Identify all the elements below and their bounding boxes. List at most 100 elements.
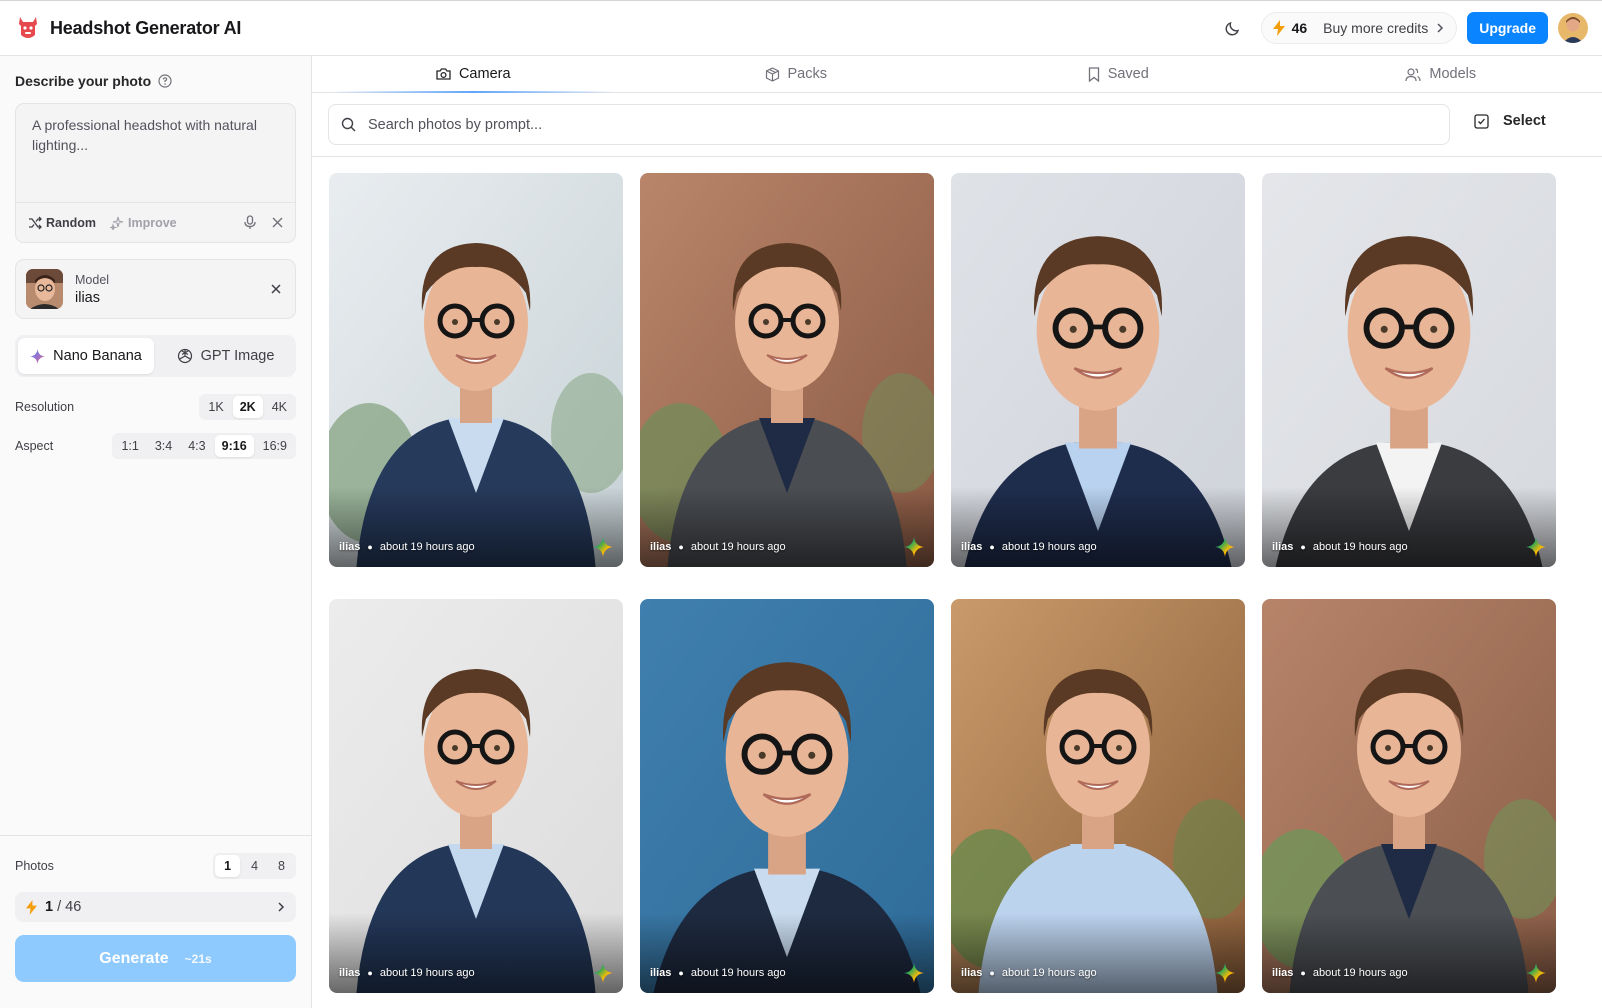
select-label: Select	[1503, 113, 1546, 129]
photo-card[interactable]: ilias ● about 19 hours ago	[951, 173, 1245, 567]
model-card[interactable]: Model ilias	[15, 259, 296, 319]
gemini-spark-icon	[30, 348, 46, 364]
photo-caption: ilias ● about 19 hours ago	[1272, 967, 1408, 979]
photo-timestamp: about 19 hours ago	[690, 967, 786, 979]
search-input[interactable]	[368, 116, 1418, 133]
photo-model-name: ilias	[650, 541, 672, 553]
remove-model-icon[interactable]	[271, 284, 281, 294]
model-thumbnail	[26, 269, 63, 309]
photo-card[interactable]: ilias ● about 19 hours ago	[1262, 599, 1556, 993]
photo-model-name: ilias	[339, 967, 361, 979]
aspect-option[interactable]: 16:9	[256, 435, 294, 457]
photos-option[interactable]: 1	[215, 855, 241, 877]
separator-dot: ●	[678, 542, 684, 552]
separator-dot: ●	[678, 968, 684, 978]
search-box[interactable]	[328, 104, 1450, 145]
photo-card[interactable]: ilias ● about 19 hours ago	[951, 599, 1245, 993]
aspect-option[interactable]: 3:4	[148, 435, 179, 457]
tab-camera[interactable]: Camera	[312, 56, 635, 93]
sidebar-footer: Photos 1 4 8 1 / 46 Generate ~21s	[0, 835, 311, 1008]
describe-label: Describe your photo	[15, 73, 172, 89]
tab-packs-label: Packs	[787, 66, 828, 82]
credits-count: 46	[1291, 20, 1308, 36]
random-button[interactable]: Random	[28, 216, 96, 230]
caption-gradient	[951, 487, 1245, 567]
generate-button[interactable]: Generate ~21s	[15, 935, 296, 982]
engine-selector: Nano Banana GPT Image	[15, 335, 296, 377]
app-title: Headshot Generator AI	[50, 17, 242, 38]
aspect-option[interactable]: 9:16	[214, 435, 254, 457]
aspect-row: Aspect 1:1 3:4 4:3 9:16 16:9	[15, 433, 296, 459]
photos-option[interactable]: 8	[269, 855, 294, 877]
clear-icon[interactable]	[272, 217, 283, 228]
photo-grid: ilias ● about 19 hours ago ilias ● about 19 h…	[329, 173, 1587, 1008]
engine-nano-banana[interactable]: Nano Banana	[18, 338, 154, 374]
aspect-option[interactable]: 4:3	[181, 435, 212, 457]
resolution-row: Resolution 1K 2K 4K	[15, 394, 296, 420]
prompt-box[interactable]: A professional headshot with natural lig…	[15, 103, 296, 243]
help-icon[interactable]	[158, 74, 172, 88]
photo-model-name: ilias	[1272, 541, 1294, 553]
photo-card[interactable]: ilias ● about 19 hours ago	[640, 599, 934, 993]
bookmark-icon	[1088, 66, 1099, 82]
caption-gradient	[1262, 913, 1556, 993]
photo-timestamp: about 19 hours ago	[1312, 541, 1408, 553]
aspect-label: Aspect	[15, 439, 54, 453]
photo-timestamp: about 19 hours ago	[1312, 967, 1408, 979]
separator-dot: ●	[367, 968, 373, 978]
tab-models[interactable]: Models	[1280, 56, 1602, 92]
caption-gradient	[329, 487, 623, 567]
user-avatar[interactable]	[1558, 13, 1588, 43]
shuffle-icon	[29, 216, 42, 229]
photos-option[interactable]: 4	[242, 855, 267, 877]
photo-caption: ilias ● about 19 hours ago	[650, 967, 786, 979]
generate-time-estimate: ~21s	[184, 951, 212, 966]
improve-button[interactable]: Improve	[110, 216, 177, 230]
prompt-textarea[interactable]: A professional headshot with natural lig…	[32, 115, 282, 155]
engine-gpt-image[interactable]: GPT Image	[158, 338, 293, 374]
photo-caption: ilias ● about 19 hours ago	[650, 541, 786, 553]
upgrade-button[interactable]: Upgrade	[1467, 12, 1548, 44]
engine-gpt-image-label: GPT Image	[200, 348, 275, 364]
select-button[interactable]: Select	[1474, 113, 1546, 129]
tab-saved[interactable]: Saved	[957, 56, 1280, 92]
tab-packs[interactable]: Packs	[635, 56, 958, 92]
credits-pill[interactable]: 46 Buy more credits	[1260, 12, 1458, 44]
caption-gradient	[951, 913, 1245, 993]
buy-credits-link[interactable]: Buy more credits	[1323, 20, 1428, 36]
gemini-spark-icon	[1526, 537, 1546, 557]
credit-cost-row[interactable]: 1 / 46	[15, 892, 296, 922]
photo-caption: ilias ● about 19 hours ago	[339, 967, 475, 979]
photo-card[interactable]: ilias ● about 19 hours ago	[640, 173, 934, 567]
resolution-option[interactable]: 2K	[232, 396, 263, 418]
model-label: Model	[75, 272, 110, 287]
separator-dot: ●	[367, 542, 373, 552]
photo-timestamp: about 19 hours ago	[690, 541, 786, 553]
theme-toggle-button[interactable]	[1217, 12, 1249, 44]
caption-gradient	[640, 913, 934, 993]
photo-timestamp: about 19 hours ago	[1001, 541, 1097, 553]
photo-card[interactable]: ilias ● about 19 hours ago	[329, 173, 623, 567]
caption-gradient	[640, 487, 934, 567]
resolution-option[interactable]: 1K	[201, 396, 230, 418]
users-icon	[1405, 67, 1421, 81]
microphone-icon[interactable]	[244, 215, 256, 230]
photo-card[interactable]: ilias ● about 19 hours ago	[329, 599, 623, 993]
photo-caption: ilias ● about 19 hours ago	[961, 967, 1097, 979]
bolt-icon	[1272, 20, 1285, 36]
tab-camera-label: Camera	[458, 66, 511, 82]
sparkles-icon	[110, 216, 124, 230]
photo-card[interactable]: ilias ● about 19 hours ago	[1262, 173, 1556, 567]
photo-timestamp: about 19 hours ago	[379, 967, 475, 979]
camera-icon	[436, 68, 451, 80]
chevron-right-icon	[278, 902, 285, 912]
resolution-selector: 1K 2K 4K	[199, 394, 296, 420]
separator-dot: ●	[1300, 968, 1306, 978]
resolution-option[interactable]: 4K	[265, 396, 294, 418]
photo-caption: ilias ● about 19 hours ago	[339, 541, 475, 553]
tab-models-label: Models	[1429, 66, 1477, 82]
photo-caption: ilias ● about 19 hours ago	[961, 541, 1097, 553]
describe-label-text: Describe your photo	[15, 73, 152, 89]
checkbox-icon	[1474, 113, 1489, 129]
aspect-option[interactable]: 1:1	[114, 435, 145, 457]
